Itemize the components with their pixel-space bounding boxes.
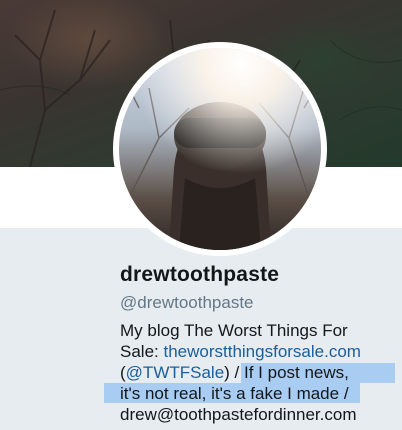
bio-text: / [339, 384, 349, 403]
profile-info: drewtoothpaste @drewtoothpaste [120, 262, 398, 314]
bio-text: ) / [224, 363, 244, 382]
profile-bio: My blog The Worst Things For Sale: thewo… [120, 320, 402, 425]
selected-bio-text: it's not real, it's a fake I made [120, 384, 340, 403]
bio-line-5: drew@toothpastefordinner.com [120, 404, 402, 425]
selected-bio-text: If I post news, [244, 363, 349, 382]
email-text: drew@toothpastefordinner.com [120, 405, 357, 424]
bio-line-3: (@TWTFSale) / If I post news, [120, 362, 402, 383]
bio-text: Sale: [120, 342, 164, 361]
mention-link[interactable]: @TWTFSale [126, 363, 224, 382]
bio-line-4: it's not real, it's a fake I made / [120, 383, 402, 404]
bio-text: My blog The Worst Things For [120, 321, 348, 340]
blog-link[interactable]: theworstthingsforsale.com [163, 342, 360, 361]
bio-line-1: My blog The Worst Things For [120, 320, 402, 341]
bio-line-2: Sale: theworstthingsforsale.com [120, 341, 402, 362]
avatar[interactable] [119, 48, 321, 250]
display-name[interactable]: drewtoothpaste [120, 262, 398, 288]
screen-name-handle[interactable]: @drewtoothpaste [120, 292, 398, 314]
